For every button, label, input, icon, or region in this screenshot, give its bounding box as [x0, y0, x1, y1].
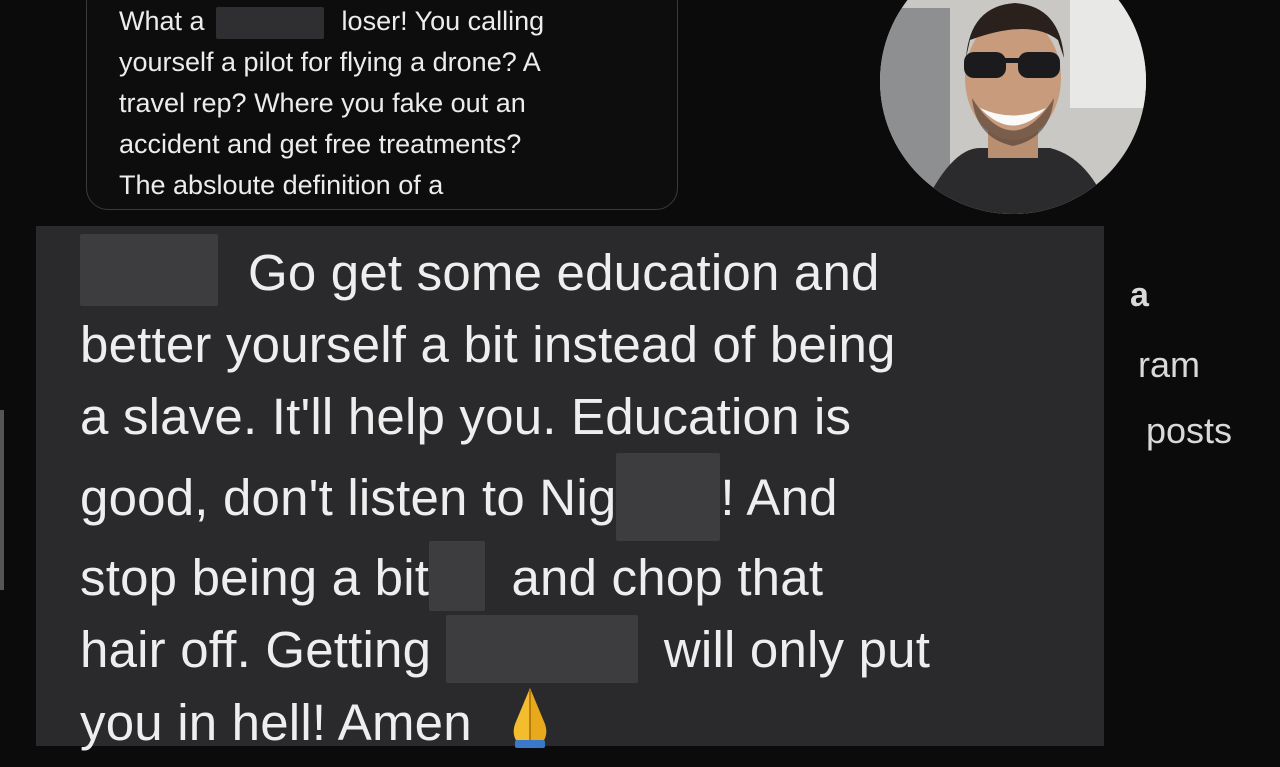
- left-edge-marker: [0, 410, 4, 590]
- main-message-line: good, don't listen to Nig! And: [80, 453, 1090, 541]
- folded-hands-icon: [501, 686, 559, 767]
- profile-posts-fragment: posts: [1146, 410, 1233, 451]
- main-message-line: a slave. It'll help you. Education is: [80, 388, 852, 445]
- redaction-box: [80, 234, 218, 306]
- top-message-text: What a loser! You calling yourself a pil…: [119, 1, 659, 206]
- main-message-line: you in hell! Amen: [80, 686, 1090, 767]
- redaction-box: [616, 453, 721, 541]
- main-message-text: Go get some education and better yoursel…: [80, 234, 1090, 767]
- main-message-line: Go get some education and: [80, 234, 1090, 309]
- top-message-line: travel rep? Where you fake out an: [119, 88, 526, 118]
- main-message-line: stop being a bit and chop that: [80, 541, 1090, 614]
- main-message-line: better yourself a bit instead of being: [80, 316, 896, 373]
- avatar-photo: [880, 0, 1146, 214]
- profile-name-fragment: a: [1130, 276, 1149, 314]
- top-message-line: yourself a pilot for flying a drone? A: [119, 47, 541, 77]
- top-message-line: What a loser! You calling: [119, 1, 659, 42]
- top-message-bubble: What a loser! You calling yourself a pil…: [86, 0, 678, 210]
- profile-avatar[interactable]: [880, 0, 1146, 214]
- top-message-line: The absloute definition of a: [119, 170, 444, 200]
- main-message-line: hair off. Getting will only put: [80, 614, 1090, 686]
- redaction-box: [216, 6, 325, 39]
- top-message-line: accident and get free treatments?: [119, 129, 522, 159]
- redaction-box: [429, 541, 486, 611]
- main-message-bubble: Go get some education and better yoursel…: [36, 226, 1104, 751]
- profile-subtitle-fragment: ram: [1138, 344, 1200, 385]
- redaction-box: [445, 615, 638, 683]
